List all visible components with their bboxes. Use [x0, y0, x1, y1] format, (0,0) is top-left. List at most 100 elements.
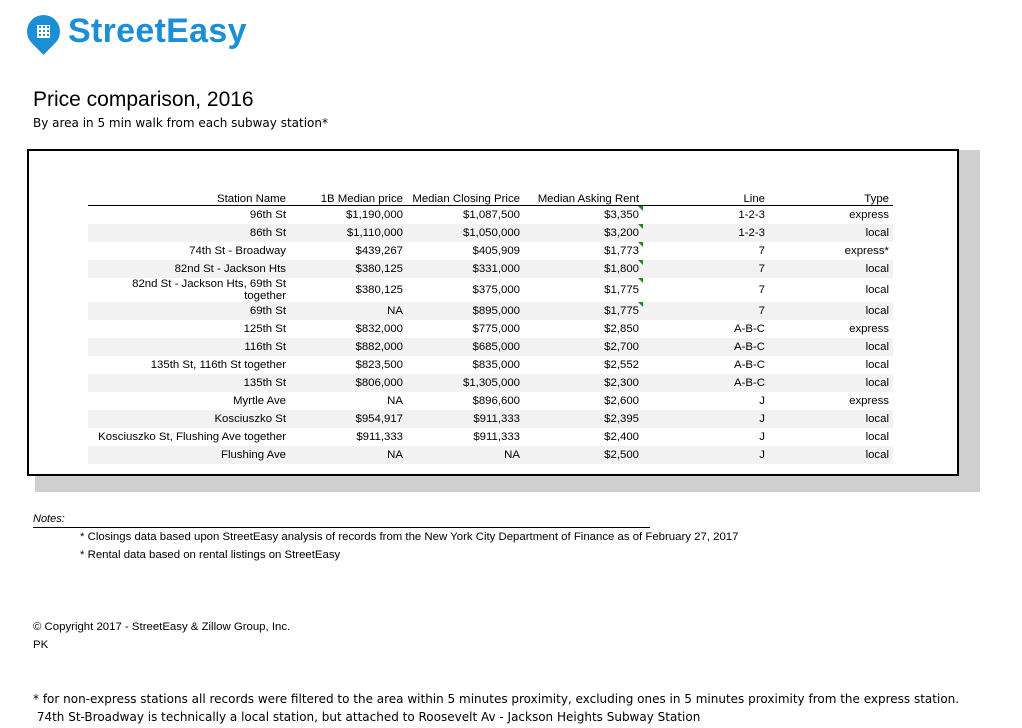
cell-station-name: Flushing Ave — [88, 446, 290, 464]
cell-line: 7 — [758, 284, 765, 296]
cell-median-asking-rent: $3,200 — [524, 224, 643, 242]
cell-line: J — [759, 431, 765, 443]
cell-type: express* — [844, 245, 889, 257]
cell-type: local — [865, 431, 889, 443]
header-station-name: Station Name — [216, 193, 286, 205]
cell-median-closing-price: $775,000 — [472, 323, 520, 335]
cell-median-asking-rent: $2,600 — [604, 395, 639, 407]
cell-1b-median-price: $1,110,000 — [290, 224, 407, 242]
price-table: Station Name 1B Median price Median Clos… — [88, 188, 893, 464]
note-closings: * Closings data based upon StreetEasy an… — [80, 531, 739, 543]
cell-line: J — [759, 395, 765, 407]
table-row: 135th St $806,000 $1,305,000 $2,300 A-B-… — [88, 374, 893, 392]
cell-station-name: 116th St — [88, 338, 290, 356]
cell-station-name: 86th St — [88, 224, 290, 242]
cell-1b-median-price: $832,000 — [355, 323, 403, 335]
table-row: Kosciuszko St $954,917 $911,333 $2,395 J… — [88, 410, 893, 428]
cell-median-asking-rent: $2,500 — [524, 446, 643, 464]
cell-median-asking-rent: $2,400 — [604, 431, 639, 443]
cell-median-closing-price: $895,000 — [407, 302, 524, 320]
cell-station-name: 135th St — [88, 374, 290, 392]
copyright: © Copyright 2017 - StreetEasy & Zillow G… — [33, 621, 291, 633]
cell-station-name: 74th St - Broadway — [189, 245, 286, 257]
table-header-row: Station Name 1B Median price Median Clos… — [88, 188, 893, 206]
cell-station-name: Myrtle Ave — [233, 395, 286, 407]
cell-type: local — [769, 224, 893, 242]
cell-station-name: Kosciuszko St — [88, 410, 290, 428]
cell-median-asking-rent: $1,800 — [524, 260, 643, 278]
table-row: 96th St $1,190,000 $1,087,500 $3,350 1-2… — [88, 205, 893, 225]
header-median-closing-price: Median Closing Price — [412, 193, 520, 205]
cell-median-closing-price: $685,000 — [407, 338, 524, 356]
table-row: 86th St $1,110,000 $1,050,000 $3,200 1-2… — [88, 224, 893, 242]
cell-median-asking-rent: $1,773 — [524, 242, 643, 260]
cell-station-name: 82nd St - Jackson Hts, 69th St together — [132, 278, 286, 302]
cell-median-closing-price: $1,087,500 — [462, 209, 520, 221]
footnote-74th-st: 74th St-Broadway is technically a local … — [33, 710, 701, 724]
brand-name: StreetEasy — [68, 12, 247, 50]
cell-1b-median-price: $380,125 — [355, 284, 403, 296]
header-1b-median-price: 1B Median price — [320, 193, 403, 205]
cell-line: A-B-C — [643, 338, 769, 356]
streeteasy-logo: StreetEasy — [20, 8, 247, 55]
cell-median-asking-rent: $1,775 — [524, 302, 643, 320]
cell-median-asking-rent: $2,700 — [524, 338, 643, 356]
cell-line: 7 — [643, 260, 769, 278]
cell-type: local — [865, 284, 889, 296]
cell-line: 1-2-3 — [643, 224, 769, 242]
table-row: Flushing Ave NA NA $2,500 J local — [88, 446, 893, 464]
notes-divider — [33, 527, 650, 528]
cell-type: local — [769, 338, 893, 356]
cell-type: local — [865, 359, 889, 371]
cell-median-closing-price: NA — [407, 446, 524, 464]
cell-median-closing-price: $896,600 — [472, 395, 520, 407]
cell-type: local — [769, 374, 893, 392]
table-row: 125th St $832,000 $775,000 $2,850 A-B-C … — [88, 320, 893, 338]
cell-median-asking-rent: $2,552 — [604, 359, 639, 371]
cell-1b-median-price: NA — [290, 302, 407, 320]
header-median-asking-rent: Median Asking Rent — [537, 193, 639, 205]
table-row: 82nd St - Jackson Hts, 69th St together … — [88, 278, 893, 302]
cell-median-closing-price: $1,305,000 — [407, 374, 524, 392]
cell-station-name: 125th St — [243, 323, 286, 335]
page-subtitle: By area in 5 min walk from each subway s… — [33, 116, 328, 130]
cell-line: J — [643, 446, 769, 464]
table-row: Myrtle Ave NA $896,600 $2,600 J express — [88, 392, 893, 410]
cell-1b-median-price: $1,190,000 — [345, 209, 403, 221]
cell-median-closing-price: $835,000 — [472, 359, 520, 371]
cell-type: local — [769, 302, 893, 320]
map-pin-building-icon — [20, 8, 67, 55]
cell-type: local — [769, 410, 893, 428]
author-initials: PK — [33, 639, 49, 651]
cell-1b-median-price: $380,125 — [290, 260, 407, 278]
cell-type: express — [849, 395, 889, 407]
page-title: Price comparison, 2016 — [33, 88, 254, 111]
cell-median-asking-rent: $2,850 — [604, 323, 639, 335]
cell-median-closing-price: $1,050,000 — [407, 224, 524, 242]
cell-type: local — [769, 446, 893, 464]
cell-station-name: 69th St — [88, 302, 290, 320]
header-line: Line — [743, 193, 765, 205]
cell-1b-median-price: $806,000 — [290, 374, 407, 392]
table-frame: Station Name 1B Median price Median Clos… — [27, 149, 959, 476]
cell-type: express — [849, 323, 889, 335]
cell-median-asking-rent: $2,395 — [524, 410, 643, 428]
table-row: 69th St NA $895,000 $1,775 7 local — [88, 302, 893, 320]
cell-line: 1-2-3 — [738, 209, 765, 221]
cell-median-closing-price: $911,333 — [473, 431, 520, 443]
table-row: 82nd St - Jackson Hts $380,125 $331,000 … — [88, 260, 893, 278]
cell-station-name: 135th St, 116th St together — [150, 359, 286, 371]
cell-1b-median-price: $882,000 — [290, 338, 407, 356]
table-row: 116th St $882,000 $685,000 $2,700 A-B-C … — [88, 338, 893, 356]
cell-median-closing-price: $331,000 — [407, 260, 524, 278]
cell-line: 7 — [758, 245, 765, 257]
cell-type: local — [769, 260, 893, 278]
cell-median-asking-rent: $1,775 — [524, 278, 643, 302]
table-row: 135th St, 116th St together $823,500 $83… — [88, 356, 893, 374]
cell-median-closing-price: $375,000 — [472, 284, 520, 296]
cell-line: A-B-C — [733, 323, 765, 335]
cell-1b-median-price: $439,267 — [355, 245, 403, 257]
header-type: Type — [864, 193, 889, 205]
cell-line: A-B-C — [733, 359, 765, 371]
cell-station-name: 96th St — [249, 209, 286, 221]
